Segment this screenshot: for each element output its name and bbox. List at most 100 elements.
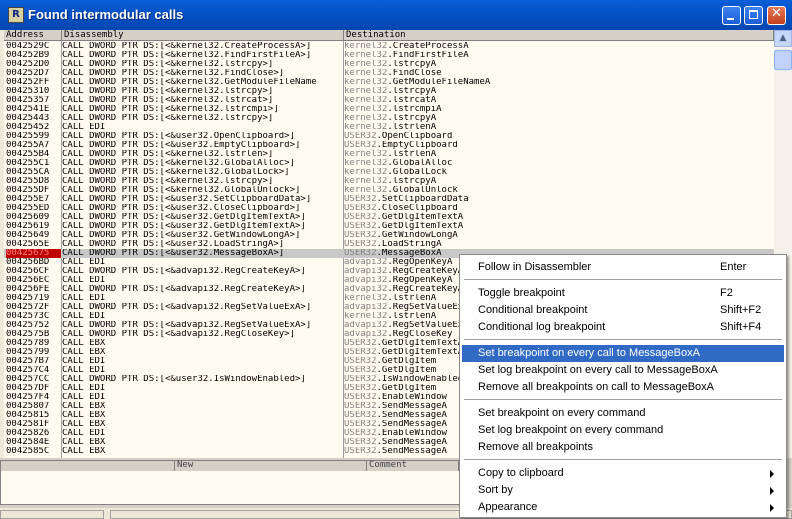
table-row[interactable]: 00425452 CALL EDI kernel32.lstrlenA (4, 123, 774, 132)
scroll-up-button[interactable]: ▲ (774, 30, 792, 47)
table-row[interactable]: 00425310 CALL DWORD PTR DS:[<&kernel32.ls… (4, 87, 774, 96)
menu-item[interactable]: Copy to clipboard (462, 465, 784, 482)
scroll-thumb[interactable] (774, 50, 792, 70)
submenu-arrow-icon (770, 470, 774, 478)
destination-function: .lstrcpyA (387, 87, 437, 96)
destination-module: kernel32 (344, 312, 388, 321)
address-cell: 004252D7 (6, 69, 50, 78)
menu-item[interactable]: Follow in Disassembler Enter (462, 259, 784, 276)
menu-item[interactable]: Appearance (462, 499, 784, 516)
table-row[interactable]: 004255C1 CALL DWORD PTR DS:[<&kernel32.Gl… (4, 159, 774, 168)
menu-item[interactable]: Sort by (462, 482, 784, 499)
table-row[interactable]: 004255B4 CALL DWORD PTR DS:[<&kernel32.ls… (4, 150, 774, 159)
minimize-button[interactable] (722, 6, 741, 25)
menu-item[interactable]: Set breakpoint on every command (462, 405, 784, 422)
menu-item[interactable]: Conditional breakpoint Shift+F2 (462, 302, 784, 319)
disassembly-cell: CALL DWORD PTR DS:[<&kernel32.GlobalUnlo… (62, 186, 301, 195)
table-row[interactable]: 004255DF CALL DWORD PTR DS:[<&kernel32.Gl… (4, 186, 774, 195)
lower-column-comment[interactable]: Comment (367, 461, 459, 471)
table-row[interactable]: 0042565E CALL DWORD PTR DS:[<&user32.Load… (4, 240, 774, 249)
destination-cell: kernel32.lstrlenA (344, 123, 774, 132)
destination-cell: kernel32.GetModuleFileNameA (344, 78, 774, 87)
disassembly-cell: CALL DWORD PTR DS:[<&user32.GetDlgItemTe… (62, 222, 306, 231)
menu-item-label: Appearance (478, 501, 538, 513)
destination-function: .lstrlenA (387, 294, 437, 303)
disassembly-cell: CALL EDI (62, 357, 106, 366)
table-row[interactable]: 00425443 CALL DWORD PTR DS:[<&kernel32.ls… (4, 114, 774, 123)
table-row[interactable]: 004255ED CALL DWORD PTR DS:[<&user32.Clos… (4, 204, 774, 213)
table-row[interactable]: 00425599 CALL DWORD PTR DS:[<&user32.Open… (4, 132, 774, 141)
destination-cell: USER32.LoadStringA (344, 240, 774, 249)
destination-module: USER32 (344, 393, 377, 402)
disassembly-cell: CALL DWORD PTR DS:[<&kernel32.lstrcpy>] (62, 177, 274, 186)
disassembly-cell: CALL DWORD PTR DS:[<&advapi32.RegSetValu… (62, 303, 312, 312)
table-row[interactable]: 004255E7 CALL DWORD PTR DS:[<&user32.SetC… (4, 195, 774, 204)
destination-cell: kernel32.lstrcpyA (344, 60, 774, 69)
table-row[interactable]: 00425649 CALL DWORD PTR DS:[<&user32.GetW… (4, 231, 774, 240)
address-cell: 00425789 (6, 339, 50, 348)
context-menu: Follow in Disassembler Enter Toggle breakp… (459, 254, 787, 518)
table-row[interactable]: 004252FF CALL DWORD PTR DS:[<&kernel32.Ge… (4, 78, 774, 87)
disassembly-cell: CALL EDI (62, 393, 106, 402)
table-row[interactable]: 004252D7 CALL DWORD PTR DS:[<&kernel32.Fi… (4, 69, 774, 78)
column-header-disassembly[interactable]: Disassembly (62, 30, 344, 41)
menu-item[interactable]: Set breakpoint on every call to MessageB… (462, 345, 784, 362)
address-cell: 004255CA (6, 168, 50, 177)
address-cell: 00425443 (6, 114, 50, 123)
destination-function: .GlobalUnlock (387, 186, 458, 195)
destination-module: USER32 (344, 132, 377, 141)
destination-cell: kernel32.lstrcpyA (344, 87, 774, 96)
disassembly-cell: CALL DWORD PTR DS:[<&kernel32.GlobalAllo… (62, 159, 295, 168)
table-row[interactable]: 004255D8 CALL DWORD PTR DS:[<&kernel32.ls… (4, 177, 774, 186)
destination-function: .GetDlgItem (376, 384, 437, 393)
lower-column-new[interactable]: New (175, 461, 367, 471)
disassembly-cell: CALL EDI (62, 258, 106, 267)
destination-module: advapi32 (344, 267, 388, 276)
menu-item[interactable]: Remove all breakpoints on call to Messag… (462, 379, 784, 396)
destination-function: .GetDlgItemTextA (376, 222, 464, 231)
destination-function: .RegSetValueExA (387, 303, 469, 312)
destination-module: USER32 (344, 384, 377, 393)
menu-item[interactable]: Set log breakpoint on every command (462, 422, 784, 439)
destination-function: .SendMessageA (376, 411, 447, 420)
destination-module: USER32 (344, 339, 377, 348)
table-row[interactable]: 004255CA CALL DWORD PTR DS:[<&kernel32.Gl… (4, 168, 774, 177)
table-row[interactable]: 004252D0 CALL DWORD PTR DS:[<&kernel32.ls… (4, 60, 774, 69)
table-row[interactable]: 0042529C CALL DWORD PTR DS:[<&kernel32.Cr… (4, 42, 774, 51)
menu-item[interactable]: Conditional log breakpoint Shift+F4 (462, 319, 784, 336)
table-row[interactable]: 00425619 CALL DWORD PTR DS:[<&user32.GetD… (4, 222, 774, 231)
destination-function: .FindClose (387, 69, 442, 78)
table-row[interactable]: 00425357 CALL DWORD PTR DS:[<&kernel32.ls… (4, 96, 774, 105)
table-row[interactable]: 004255A7 CALL DWORD PTR DS:[<&user32.Empt… (4, 141, 774, 150)
destination-function: .lstrcpyA (387, 60, 437, 69)
table-row[interactable]: 0042541E CALL DWORD PTR DS:[<&kernel32.ls… (4, 105, 774, 114)
lower-pane[interactable]: New Comment (0, 460, 460, 505)
menu-item[interactable]: Toggle breakpoint F2 (462, 285, 784, 302)
maximize-button[interactable] (744, 6, 763, 25)
menu-item[interactable]: Remove all breakpoints (462, 439, 784, 456)
table-row[interactable]: 00425609 CALL DWORD PTR DS:[<&user32.GetD… (4, 213, 774, 222)
destination-function: .LoadStringA (376, 240, 442, 249)
disassembly-cell: CALL DWORD PTR DS:[<&kernel32.GlobalLock… (62, 168, 290, 177)
address-cell: 00425815 (6, 411, 50, 420)
column-header-address[interactable]: Address (4, 30, 62, 41)
disassembly-cell: CALL EBX (62, 447, 106, 456)
disassembly-cell: CALL DWORD PTR DS:[<&kernel32.FindClose>… (62, 69, 285, 78)
destination-function: .SendMessageA (376, 420, 447, 429)
destination-function: .SendMessageA (376, 447, 447, 456)
destination-module: kernel32 (344, 60, 388, 69)
address-cell: 004257CC (6, 375, 50, 384)
table-row[interactable]: 004252B9 CALL DWORD PTR DS:[<&kernel32.Fi… (4, 51, 774, 60)
close-button[interactable]: ✕ (767, 6, 786, 25)
address-cell: 00425452 (6, 123, 50, 132)
title-bar[interactable]: R Found intermodular calls ✕ (0, 0, 792, 30)
disassembly-cell: CALL DWORD PTR DS:[<&user32.EmptyClipboa… (62, 141, 301, 150)
address-cell: 00425619 (6, 222, 50, 231)
address-cell: 004255B4 (6, 150, 50, 159)
menu-item[interactable]: Set log breakpoint on every call to Mess… (462, 362, 784, 379)
address-cell: 004252B9 (6, 51, 50, 60)
column-header-destination[interactable]: Destination (344, 30, 774, 41)
address-cell: 0042529C (6, 42, 50, 51)
menu-item-label: Remove all breakpoints on call to Messag… (478, 381, 715, 393)
destination-function: .GetDlgItemTextA (376, 213, 464, 222)
